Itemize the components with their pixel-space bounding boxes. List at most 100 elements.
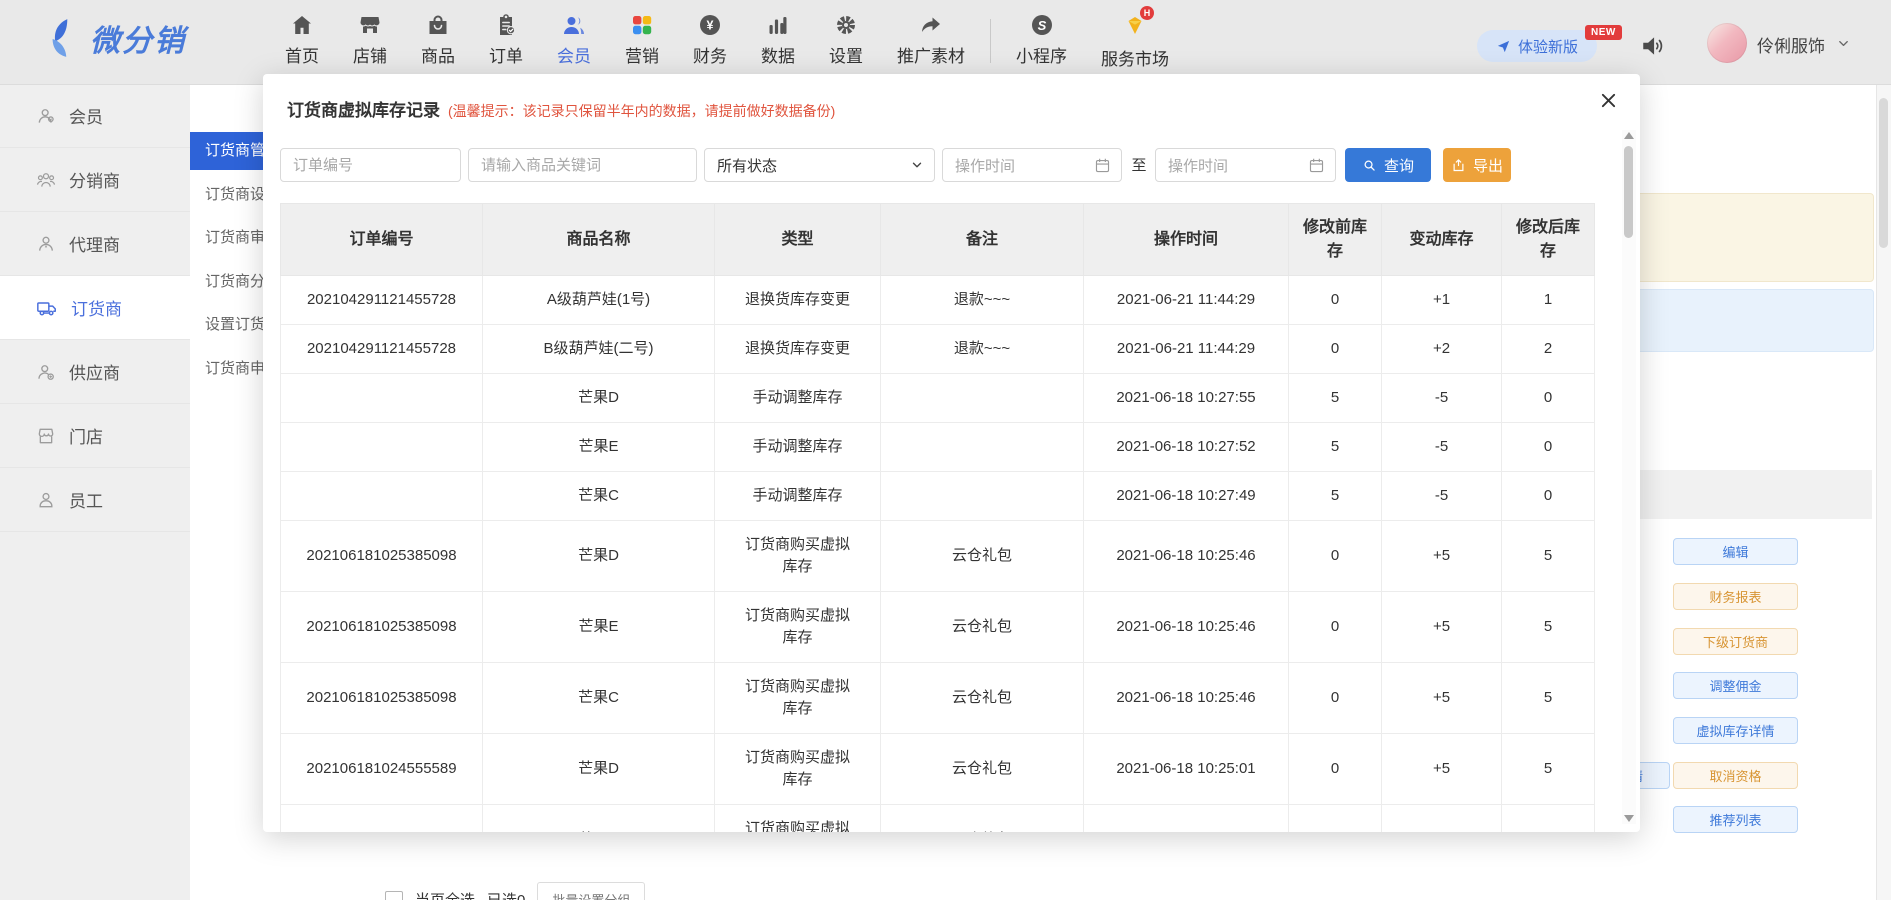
scroll-down-icon[interactable]: [1624, 815, 1634, 822]
table-cell: 退款~~~: [881, 325, 1084, 374]
batch-set-group-button[interactable]: 批量设置分组: [537, 882, 645, 900]
nav-item-label: 数据: [761, 42, 795, 67]
try-new-version-button[interactable]: 体验新版: [1477, 30, 1597, 62]
table-row: 202106181025385098芒果D订货商购买虚拟库存云仓礼包2021-0…: [281, 521, 1595, 592]
sidebar-item-orderer[interactable]: 订货商: [0, 276, 190, 340]
action-button-6[interactable]: 取消资格: [1673, 762, 1798, 789]
search-button[interactable]: 查询: [1345, 148, 1431, 182]
table-cell: -5: [1382, 423, 1502, 472]
nav-item-label: 首页: [285, 42, 319, 67]
nav-item-goods[interactable]: 商品: [404, 11, 472, 67]
nav-item-settings[interactable]: 设置: [812, 11, 880, 67]
action-button-7[interactable]: 推荐列表: [1673, 806, 1798, 833]
action-button-3[interactable]: 下级订货商: [1673, 628, 1798, 655]
order-no-input[interactable]: [280, 148, 461, 182]
table-cell: +1: [1382, 276, 1502, 325]
sidebar-item-member[interactable]: 会员: [0, 84, 190, 148]
sidebar-item-label: 门店: [69, 423, 103, 448]
nav-item-label: 设置: [829, 42, 863, 67]
nav-item-promo[interactable]: 推广素材: [880, 11, 982, 67]
action-button-5[interactable]: 虚拟库存详情: [1673, 717, 1798, 744]
chevron-down-icon[interactable]: [1836, 36, 1851, 51]
page-scrollbar-thumb[interactable]: [1879, 98, 1888, 248]
new-badge: NEW: [1585, 25, 1622, 40]
table-cell: 云仓礼包: [881, 734, 1084, 805]
table-cell: +2: [1382, 325, 1502, 374]
action-button-4[interactable]: 调整佣金: [1673, 672, 1798, 699]
speaker-icon[interactable]: [1640, 33, 1666, 59]
nav-item-member[interactable]: 会员: [540, 11, 608, 67]
action-button-2[interactable]: 财务报表: [1673, 583, 1798, 610]
table-cell: 202106181024555589: [281, 805, 483, 833]
table-cell: 芒果E: [483, 805, 715, 833]
merchant-name[interactable]: 伶俐服饰: [1757, 32, 1825, 57]
svg-text:S: S: [1037, 18, 1046, 33]
nav-item-order[interactable]: 订单: [472, 11, 540, 67]
table-cell: 芒果D: [483, 521, 715, 592]
table-header-cell: 类型: [715, 204, 881, 276]
nav-item-label: 小程序: [1016, 42, 1067, 67]
table-cell: 0: [1289, 805, 1382, 833]
date-start-input[interactable]: 操作时间: [942, 148, 1122, 182]
svg-text:¥: ¥: [707, 19, 714, 33]
nav-item-market[interactable]: H服务市场: [1084, 11, 1186, 70]
bottom-bar: 当页全选 已选0 批量设置分组: [385, 882, 645, 900]
table-header-cell: 变动库存: [1382, 204, 1502, 276]
table-cell: 202106181025385098: [281, 663, 483, 734]
modal-scrollbar-thumb[interactable]: [1624, 146, 1633, 238]
select-all-checkbox[interactable]: [385, 891, 403, 900]
date-end-input[interactable]: 操作时间: [1155, 148, 1336, 182]
nav-item-label: 服务市场: [1101, 45, 1169, 70]
scroll-up-icon[interactable]: [1624, 132, 1634, 139]
page-scrollbar[interactable]: [1876, 84, 1891, 900]
table-cell: 0: [1289, 663, 1382, 734]
table-cell: 2021-06-21 11:44:29: [1084, 276, 1289, 325]
table-cell: B级葫芦娃(二号): [483, 325, 715, 374]
action-button-1[interactable]: 编辑: [1673, 538, 1798, 565]
export-icon: [1451, 158, 1466, 173]
nav-item-store[interactable]: 店铺: [336, 11, 404, 67]
sidebar-item-distributor[interactable]: 分销商: [0, 148, 190, 212]
table-cell: 云仓礼包: [881, 521, 1084, 592]
export-button[interactable]: 导出: [1443, 148, 1511, 182]
settings-icon: [834, 11, 858, 39]
sidebar-item-agent[interactable]: 代理商: [0, 212, 190, 276]
close-icon[interactable]: [1596, 88, 1620, 112]
store-icon: [358, 11, 382, 39]
modal-scrollbar[interactable]: [1622, 130, 1636, 824]
table-header-cell: 订单编号: [281, 204, 483, 276]
nav-item-data[interactable]: 数据: [744, 11, 812, 67]
sidebar-item-supplier[interactable]: 供应商: [0, 340, 190, 404]
search-button-label: 查询: [1384, 155, 1414, 176]
table-cell: +5: [1382, 805, 1502, 833]
nav-item-finance[interactable]: ¥财务: [676, 11, 744, 67]
nav-item-home[interactable]: 首页: [268, 11, 336, 67]
keyword-input[interactable]: [468, 148, 697, 182]
top-nav: 微分销 首页店铺商品订单 会员营销¥财务数据 设置 推广素材 S 小程序 H服务市场 体验新…: [0, 0, 1891, 85]
nav-item-miniprogram[interactable]: S 小程序: [999, 11, 1084, 67]
sidebar-item-staff[interactable]: 员工: [0, 468, 190, 532]
table-cell: 202106181024555589: [281, 734, 483, 805]
app-logo[interactable]: 微分销: [40, 16, 186, 60]
user-avatar[interactable]: [1707, 23, 1747, 63]
nav-item-marketing[interactable]: 营销: [608, 11, 676, 67]
select-all-label: 当页全选: [415, 889, 475, 900]
table-cell: [881, 374, 1084, 423]
table-cell: 芒果E: [483, 592, 715, 663]
table-cell: [281, 472, 483, 521]
nav-item-label: 推广素材: [897, 42, 965, 67]
sidebar-item-shop[interactable]: 门店: [0, 404, 190, 468]
status-select[interactable]: 所有状态: [704, 148, 935, 182]
table-cell: 202106181025385098: [281, 521, 483, 592]
nav-item-label: 会员: [557, 42, 591, 67]
nav-item-label: 订单: [489, 42, 523, 67]
table-cell: 5: [1502, 592, 1595, 663]
table-cell: 订货商购买虚拟库存: [715, 663, 881, 734]
staff-icon: [36, 490, 56, 510]
nav-items: 首页店铺商品订单 会员营销¥财务数据 设置 推广素材 S 小程序 H服务市场: [268, 11, 1186, 70]
sidebar-item-label: 代理商: [69, 231, 120, 256]
table-cell: 0: [1289, 592, 1382, 663]
table-cell: 云仓礼包: [881, 805, 1084, 833]
data-icon: [766, 11, 790, 39]
table-cell: 2: [1502, 325, 1595, 374]
